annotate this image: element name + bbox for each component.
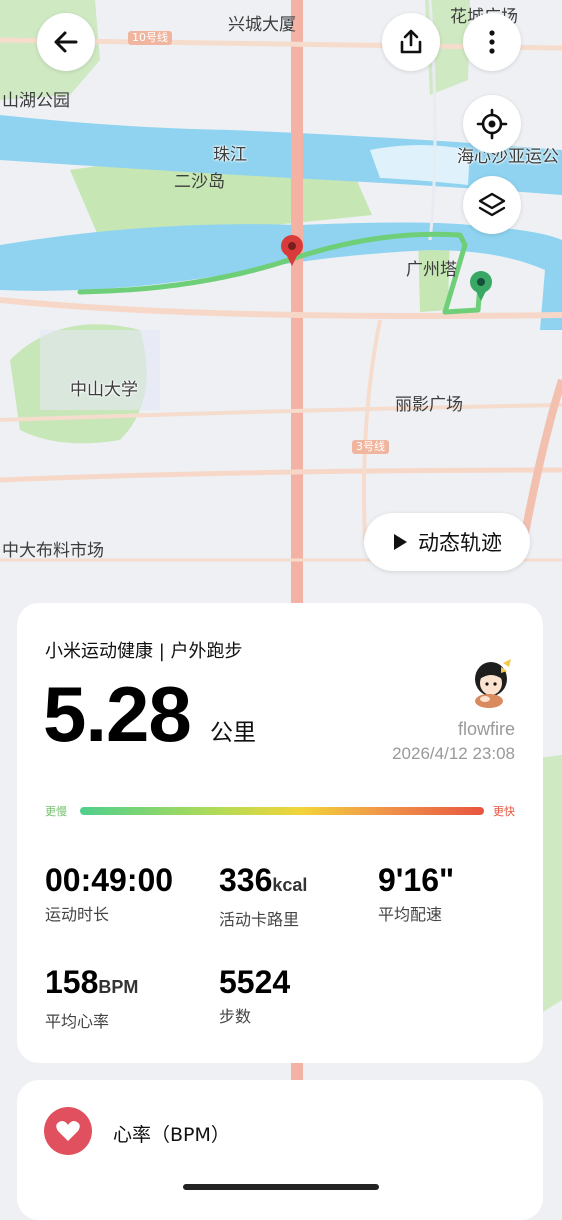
duration-label: 运动时长 bbox=[45, 905, 110, 924]
calories-label: 活动卡路里 bbox=[219, 910, 300, 929]
road-badge-line3: 3号线 bbox=[352, 440, 389, 454]
username: flowfire bbox=[457, 719, 515, 739]
stat-heart-rate: 158BPM 平均心率 bbox=[45, 964, 138, 1032]
stat-pace: 9'16" 平均配速 bbox=[378, 862, 454, 925]
map-label-ershadao: 二沙岛 bbox=[174, 172, 225, 192]
distance-value: 5.28 bbox=[43, 670, 192, 758]
share-icon bbox=[400, 29, 422, 54]
layers-icon bbox=[478, 192, 506, 217]
stat-calories: 336kcal 活动卡路里 bbox=[219, 862, 307, 930]
duration-value: 00:49:00 bbox=[45, 862, 174, 898]
heart-rate-value: 158 bbox=[45, 964, 99, 1000]
workout-summary-card: 小米运动健康 | 户外跑步 5.28 公里 flowfire 2026/4/12… bbox=[17, 603, 543, 1063]
map-label-shanhu-park: 山湖公园 bbox=[2, 91, 70, 111]
map-label-guangzhouta: 广州塔 bbox=[406, 260, 457, 280]
heart-icon-badge bbox=[44, 1107, 92, 1155]
stat-steps: 5524 步数 bbox=[219, 964, 290, 1027]
heart-icon bbox=[56, 1121, 80, 1141]
heart-rate-card[interactable]: 心率（BPM） bbox=[17, 1080, 543, 1220]
heart-rate-unit: BPM bbox=[98, 977, 139, 997]
map-label-fabric-market: 中大布料市场 bbox=[2, 541, 104, 561]
dynamic-track-button[interactable]: 动态轨迹 bbox=[364, 513, 530, 571]
map-label-xingcheng: 兴城大厦 bbox=[228, 15, 296, 35]
steps-label: 步数 bbox=[219, 1007, 252, 1026]
heart-rate-title: 心率（BPM） bbox=[113, 1124, 230, 1146]
road-badge-line10: 10号线 bbox=[128, 31, 172, 45]
pace-label: 平均配速 bbox=[378, 905, 443, 924]
share-button[interactable] bbox=[382, 13, 440, 71]
layers-button[interactable] bbox=[463, 176, 521, 234]
pace-fast-label: 更快 bbox=[493, 805, 515, 818]
locate-button[interactable] bbox=[463, 95, 521, 153]
steps-value: 5524 bbox=[219, 964, 291, 1000]
dynamic-track-label: 动态轨迹 bbox=[418, 531, 502, 555]
map-label-liying: 丽影广场 bbox=[395, 395, 463, 415]
map-label-zhongshan-uni: 中山大学 bbox=[70, 380, 138, 400]
map-label-zhujiang: 珠江 bbox=[213, 145, 247, 165]
pace-slow-label: 更慢 bbox=[45, 805, 67, 818]
pace-value: 9'16" bbox=[378, 862, 455, 898]
home-indicator[interactable] bbox=[183, 1184, 379, 1190]
stat-duration: 00:49:00 运动时长 bbox=[45, 862, 173, 925]
back-arrow-icon bbox=[54, 31, 78, 53]
play-icon bbox=[394, 534, 407, 550]
distance-unit: 公里 bbox=[210, 720, 256, 746]
more-vertical-icon bbox=[489, 30, 495, 54]
pace-gradient-bar bbox=[80, 807, 484, 815]
heart-rate-label: 平均心率 bbox=[45, 1012, 110, 1031]
back-button[interactable] bbox=[37, 13, 95, 71]
calories-value: 336 bbox=[219, 862, 273, 898]
workout-datetime: 2026/4/12 23:08 bbox=[392, 744, 515, 763]
calories-unit: kcal bbox=[272, 875, 308, 895]
locate-icon bbox=[476, 108, 508, 140]
workout-source: 小米运动健康 | 户外跑步 bbox=[45, 641, 243, 662]
more-button[interactable] bbox=[463, 13, 521, 71]
avatar[interactable] bbox=[465, 655, 515, 711]
